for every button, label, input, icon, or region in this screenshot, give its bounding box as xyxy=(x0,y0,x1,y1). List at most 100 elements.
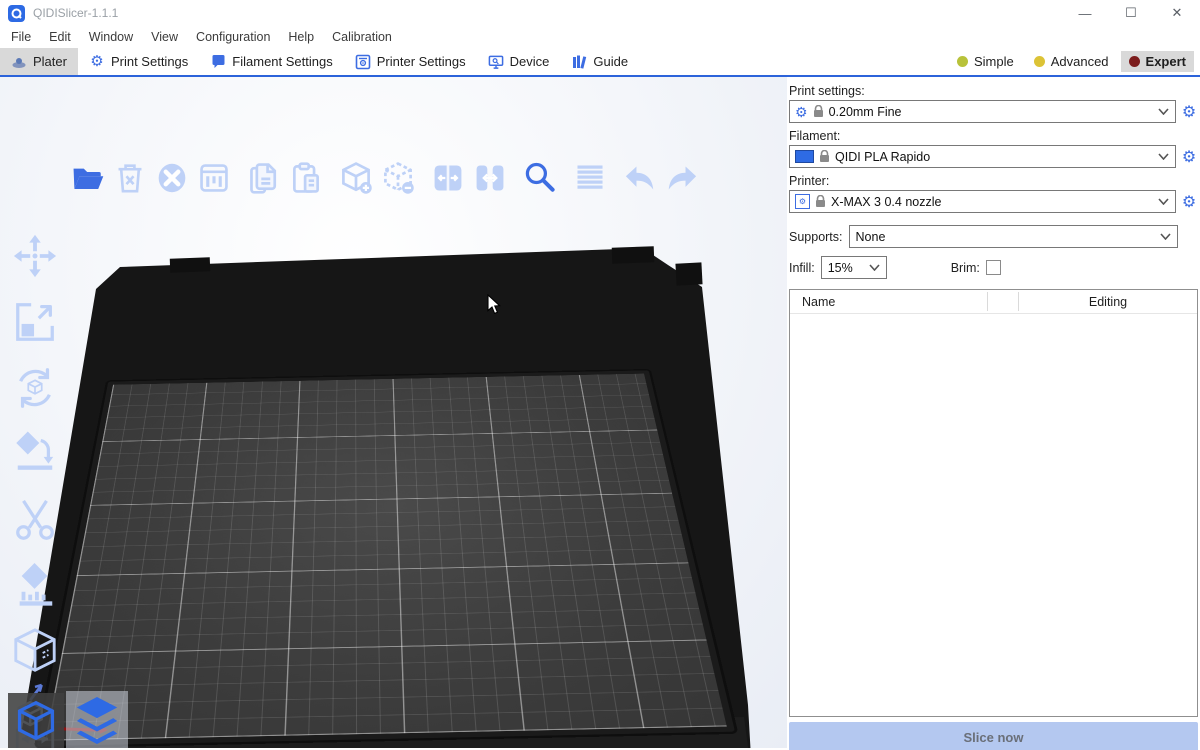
gear-icon: ⚙ xyxy=(795,105,808,119)
infill-label: Infill: xyxy=(789,261,815,275)
minimize-button[interactable]: — xyxy=(1062,0,1108,26)
print-settings-gear-button[interactable]: ⚙ xyxy=(1180,102,1198,122)
lock-icon xyxy=(813,105,824,118)
advanced-mode-dot-icon xyxy=(1034,56,1045,67)
menu-configuration[interactable]: Configuration xyxy=(187,26,279,48)
printer-gear-button[interactable]: ⚙ xyxy=(1180,192,1198,212)
chevron-down-icon xyxy=(1158,153,1169,160)
paste-button[interactable] xyxy=(288,159,324,197)
gear-icon: ⚙ xyxy=(89,54,105,70)
print-bed[interactable] xyxy=(37,370,735,746)
object-list-header: Name Editing xyxy=(790,290,1197,314)
menu-view[interactable]: View xyxy=(142,26,187,48)
supports-combo[interactable]: None xyxy=(849,225,1178,248)
infill-value: 15% xyxy=(828,261,861,275)
split-to-parts-button[interactable] xyxy=(472,159,508,197)
tab-print-settings[interactable]: ⚙ Print Settings xyxy=(78,48,199,75)
printer-combo[interactable]: ⚙ X-MAX 3 0.4 nozzle xyxy=(789,190,1176,213)
title-bar: QIDISlicer-1.1.1 — ☐ ✕ xyxy=(0,0,1200,26)
menu-window[interactable]: Window xyxy=(80,26,142,48)
column-header-spacer xyxy=(987,292,1019,311)
print-settings-combo[interactable]: ⚙ 0.20mm Fine xyxy=(789,100,1176,123)
brim-label: Brim: xyxy=(951,261,980,275)
right-panel: Print settings: ⚙ 0.20mm Fine ⚙ Filament… xyxy=(787,77,1200,748)
filament-value: QIDI PLA Rapido xyxy=(835,150,1153,164)
filament-label: Filament: xyxy=(789,129,1198,143)
search-button[interactable] xyxy=(522,159,558,197)
chevron-down-icon xyxy=(1158,198,1169,205)
variable-layer-height-button[interactable] xyxy=(572,159,608,197)
printer-value: X-MAX 3 0.4 nozzle xyxy=(831,195,1153,209)
brim-checkbox[interactable] xyxy=(986,260,1001,275)
plater-icon xyxy=(11,54,27,70)
infill-combo[interactable]: 15% xyxy=(821,256,887,279)
supports-label: Supports: xyxy=(789,230,843,244)
printer-label: Printer: xyxy=(789,174,1198,188)
add-instance-button[interactable] xyxy=(338,159,374,197)
rotate-tool-button[interactable] xyxy=(10,361,60,415)
simple-mode-dot-icon xyxy=(957,56,968,67)
cut-tool-button[interactable] xyxy=(10,493,60,547)
printer-icon xyxy=(355,54,371,70)
app-logo-icon xyxy=(8,5,25,22)
qidislicer-window: { "window": { "title": "QIDISlicer-1.1.1… xyxy=(0,0,1200,750)
3d-viewport[interactable] xyxy=(0,77,787,748)
maximize-button[interactable]: ☐ xyxy=(1108,0,1154,26)
tab-bar: Plater ⚙ Print Settings Filament Setting… xyxy=(0,48,1200,77)
delete-all-button[interactable] xyxy=(154,159,190,197)
object-list[interactable]: Name Editing xyxy=(789,289,1198,717)
filament-combo[interactable]: QIDI PLA Rapido xyxy=(789,145,1176,168)
print-settings-label: Print settings: xyxy=(789,84,1198,98)
mode-simple[interactable]: Simple xyxy=(949,51,1022,72)
tab-device[interactable]: Device xyxy=(477,48,561,75)
menu-calibration[interactable]: Calibration xyxy=(323,26,401,48)
menu-edit[interactable]: Edit xyxy=(40,26,80,48)
delete-button[interactable] xyxy=(112,159,148,197)
redo-button[interactable] xyxy=(664,159,700,197)
move-tool-button[interactable] xyxy=(10,229,60,283)
slice-now-button[interactable]: Slice now xyxy=(789,722,1198,750)
menu-help[interactable]: Help xyxy=(279,26,323,48)
preview-view-button[interactable] xyxy=(66,691,128,748)
split-to-objects-button[interactable] xyxy=(430,159,466,197)
tab-plater[interactable]: Plater xyxy=(0,48,78,75)
tab-guide[interactable]: Guide xyxy=(560,48,639,75)
tab-filament-settings[interactable]: Filament Settings xyxy=(199,48,343,75)
mode-advanced[interactable]: Advanced xyxy=(1026,51,1117,72)
filament-icon xyxy=(210,54,226,70)
3d-editor-view-button[interactable] xyxy=(8,693,64,748)
chevron-down-icon xyxy=(869,264,880,271)
column-header-name: Name xyxy=(790,295,987,309)
lock-icon xyxy=(819,150,830,163)
filament-color-swatch xyxy=(795,150,814,163)
device-icon xyxy=(488,54,504,70)
plater-toolbar xyxy=(70,159,700,197)
open-button[interactable] xyxy=(70,159,106,197)
place-on-face-tool-button[interactable] xyxy=(10,427,60,481)
close-button[interactable]: ✕ xyxy=(1154,0,1200,26)
main-area: Print settings: ⚙ 0.20mm Fine ⚙ Filament… xyxy=(0,77,1200,748)
expert-mode-dot-icon xyxy=(1129,56,1140,67)
support-paint-tool-button[interactable] xyxy=(10,559,60,613)
tab-printer-settings[interactable]: Printer Settings xyxy=(344,48,477,75)
filament-gear-button[interactable]: ⚙ xyxy=(1180,147,1198,167)
mode-selector: Simple Advanced Expert xyxy=(949,48,1200,75)
print-settings-value: 0.20mm Fine xyxy=(829,105,1153,119)
menu-file[interactable]: File xyxy=(2,26,40,48)
lock-icon xyxy=(815,195,826,208)
undo-button[interactable] xyxy=(622,159,658,197)
seam-paint-tool-button[interactable] xyxy=(10,625,60,679)
copy-button[interactable] xyxy=(246,159,282,197)
chevron-down-icon xyxy=(1158,108,1169,115)
scale-tool-button[interactable] xyxy=(10,295,60,349)
mode-expert[interactable]: Expert xyxy=(1121,51,1194,72)
arrange-button[interactable] xyxy=(196,159,232,197)
supports-value: None xyxy=(856,230,1152,244)
menu-bar: File Edit Window View Configuration Help… xyxy=(0,26,1200,48)
chevron-down-icon xyxy=(1160,233,1171,240)
remove-instance-button[interactable] xyxy=(380,159,416,197)
column-header-editing: Editing xyxy=(1019,295,1197,309)
guide-icon xyxy=(571,54,587,70)
window-title: QIDISlicer-1.1.1 xyxy=(33,6,118,20)
printer-mini-icon: ⚙ xyxy=(795,194,810,209)
